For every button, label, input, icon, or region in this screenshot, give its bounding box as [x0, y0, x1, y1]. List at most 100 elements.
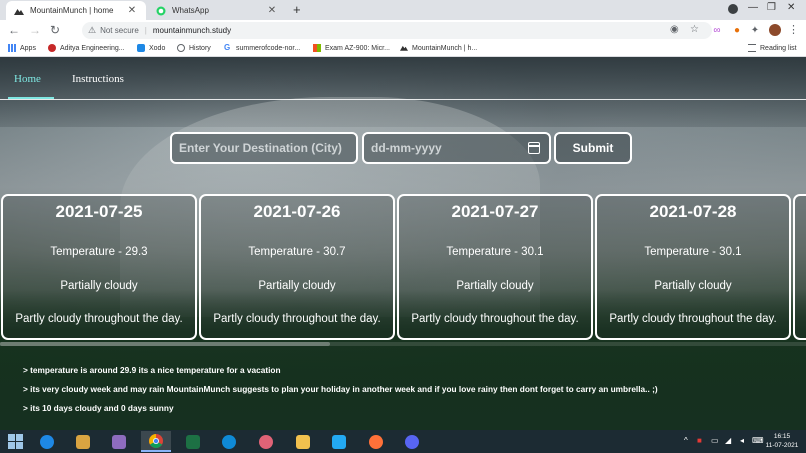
vscode-icon[interactable] — [324, 431, 354, 452]
page-content: Home Instructions Submit 2021-07-25 Temp… — [0, 57, 806, 430]
warning-icon[interactable]: ⚠ — [88, 25, 96, 36]
forecast-card: 2021-07-26 Temperature - 30.7 Partially … — [199, 194, 395, 340]
bookmark-label: MountainMunch | h... — [412, 44, 478, 52]
windows-start-icon[interactable] — [8, 434, 23, 449]
url-text: mountainmunch.study — [152, 26, 232, 35]
forecast-condition: Partially cloudy — [654, 280, 732, 292]
destination-field[interactable] — [170, 132, 358, 164]
discord-icon[interactable] — [397, 431, 427, 452]
destination-input[interactable] — [179, 141, 356, 155]
forward-arrow-icon[interactable]: → — [29, 23, 41, 37]
close-window-icon[interactable]: ✕ — [787, 2, 795, 13]
xodo-icon — [137, 44, 145, 52]
bookmark-aditya[interactable]: Aditya Engineering... — [48, 44, 125, 52]
aditya-logo-icon — [48, 44, 56, 52]
bookmark-exam-az900[interactable]: Exam AZ-900: Micr... — [313, 44, 390, 52]
bookmark-history[interactable]: History — [177, 44, 211, 52]
forecast-date: 2021-07-26 — [253, 202, 341, 221]
tab-whatsapp[interactable]: WhatsApp ✕ — [148, 1, 286, 20]
forecast-description: Partly cloudy throughout the day. — [213, 313, 381, 325]
minimize-icon[interactable]: — — [748, 2, 758, 13]
date-input[interactable] — [371, 141, 549, 155]
close-tab-icon[interactable]: ✕ — [126, 5, 138, 16]
reading-list-button[interactable]: Reading list — [748, 44, 797, 52]
nav-instructions-link[interactable]: Instructions — [72, 73, 124, 85]
summary-notes: > temperature is around 29.9 its a nice … — [23, 365, 658, 422]
chrome-icon[interactable] — [141, 431, 171, 452]
reading-list-label: Reading list — [760, 44, 797, 52]
internet-explorer-icon[interactable] — [32, 431, 62, 452]
back-arrow-icon[interactable]: ← — [8, 23, 20, 37]
apps-grid-icon — [8, 44, 16, 52]
bookmark-label: History — [189, 44, 211, 52]
search-form: Submit — [0, 132, 806, 164]
tab-search-icon[interactable] — [728, 4, 738, 14]
whatsapp-icon — [156, 6, 166, 16]
forecast-temperature: Temperature - 29.3 — [50, 246, 148, 258]
chevron-up-icon[interactable]: ^ — [684, 436, 688, 445]
google-g-icon: G — [224, 43, 231, 52]
reload-icon[interactable]: ↻ — [50, 23, 60, 37]
nav-divider — [0, 99, 806, 100]
file-explorer-icon[interactable] — [288, 431, 318, 452]
forecast-date: 2021-07-25 — [55, 202, 143, 221]
nav-home-link[interactable]: Home — [14, 73, 41, 85]
clock-time: 16:15 — [773, 433, 791, 440]
forecast-date: 2021-07-27 — [451, 202, 539, 221]
forecast-temperature: Temperature - 30.1 — [446, 246, 544, 258]
bookmark-label: summerofcode-nor... — [236, 44, 301, 52]
forecast-horizontal-scrollbar[interactable] — [0, 342, 806, 346]
paint-icon[interactable] — [68, 431, 98, 452]
note-temperature: > temperature is around 29.9 its a nice … — [23, 365, 281, 375]
browser-tab-bar: MountainMunch | home ✕ WhatsApp ✕ + — ❐ … — [0, 0, 806, 20]
bookmark-mountainmunch[interactable]: MountainMunch | h... — [400, 44, 477, 52]
wifi-icon[interactable]: ◢ — [725, 436, 731, 445]
mountainmunch-icon — [14, 6, 24, 16]
excel-icon[interactable] — [178, 431, 208, 452]
close-tab-icon[interactable]: ✕ — [266, 5, 278, 16]
forecast-cards: 2021-07-25 Temperature - 29.3 Partially … — [0, 194, 806, 340]
bookmark-summerofcode[interactable]: G summerofcode-nor... — [224, 44, 300, 52]
forecast-condition: Partially cloudy — [60, 280, 138, 292]
bookmark-label: Aditya Engineering... — [60, 44, 125, 52]
maximize-icon[interactable]: ❐ — [767, 2, 776, 13]
puzzle-icon[interactable]: ✦ — [748, 23, 762, 37]
forecast-description: Partly cloudy throughout the day. — [15, 313, 183, 325]
bookmark-label: Exam AZ-900: Micr... — [325, 44, 390, 52]
divider: | — [144, 26, 147, 35]
address-bar[interactable]: ⚠ Not secure | mountainmunch.study — [82, 22, 712, 39]
tab-title: WhatsApp — [172, 6, 209, 15]
forecast-card: 2021-07-28 Temperature - 30.1 Partially … — [595, 194, 791, 340]
bookmark-xodo[interactable]: Xodo — [137, 44, 165, 52]
winrar-icon[interactable] — [104, 431, 134, 452]
extension-xodo-icon[interactable]: ∞ — [710, 23, 724, 37]
submit-button[interactable]: Submit — [554, 132, 632, 164]
forecast-card: 2021-07-27 Temperature - 30.1 Partially … — [397, 194, 593, 340]
microsoft-icon — [313, 44, 321, 52]
forecast-temperature: Temperature - 30.7 — [248, 246, 346, 258]
system-clock[interactable]: 16:15 11-07-2021 — [762, 432, 802, 450]
bookmark-apps[interactable]: Apps — [8, 44, 36, 52]
star-icon[interactable]: ☆ — [690, 24, 699, 35]
forecast-condition: Partially cloudy — [456, 280, 534, 292]
eye-off-icon[interactable]: ◉ — [670, 24, 679, 35]
volume-icon[interactable]: ◂ — [740, 436, 744, 445]
extension-badge-icon[interactable]: ● — [730, 23, 744, 37]
forecast-temperature: Temperature - 30.1 — [644, 246, 742, 258]
tab-title: MountainMunch | home — [30, 6, 114, 15]
new-tab-button[interactable]: + — [293, 2, 301, 17]
bookmark-label: Apps — [20, 44, 36, 52]
forecast-description: Partly cloudy throughout the day. — [609, 313, 777, 325]
forecast-card: 2021-07-25 Temperature - 29.3 Partially … — [1, 194, 197, 340]
calendar-icon[interactable] — [528, 142, 540, 154]
scrollbar-thumb[interactable] — [0, 342, 330, 346]
date-field[interactable] — [362, 132, 551, 164]
edge-icon[interactable] — [214, 431, 244, 452]
firefox-icon[interactable] — [361, 431, 391, 452]
snipping-tool-icon[interactable] — [251, 431, 281, 452]
tab-mountainmunch[interactable]: MountainMunch | home ✕ — [6, 1, 146, 20]
more-menu-icon[interactable]: ⋮ — [788, 23, 799, 36]
avatar[interactable] — [769, 24, 781, 36]
antivirus-icon[interactable]: ■ — [697, 436, 702, 445]
network-icon[interactable]: ▭ — [711, 436, 719, 445]
